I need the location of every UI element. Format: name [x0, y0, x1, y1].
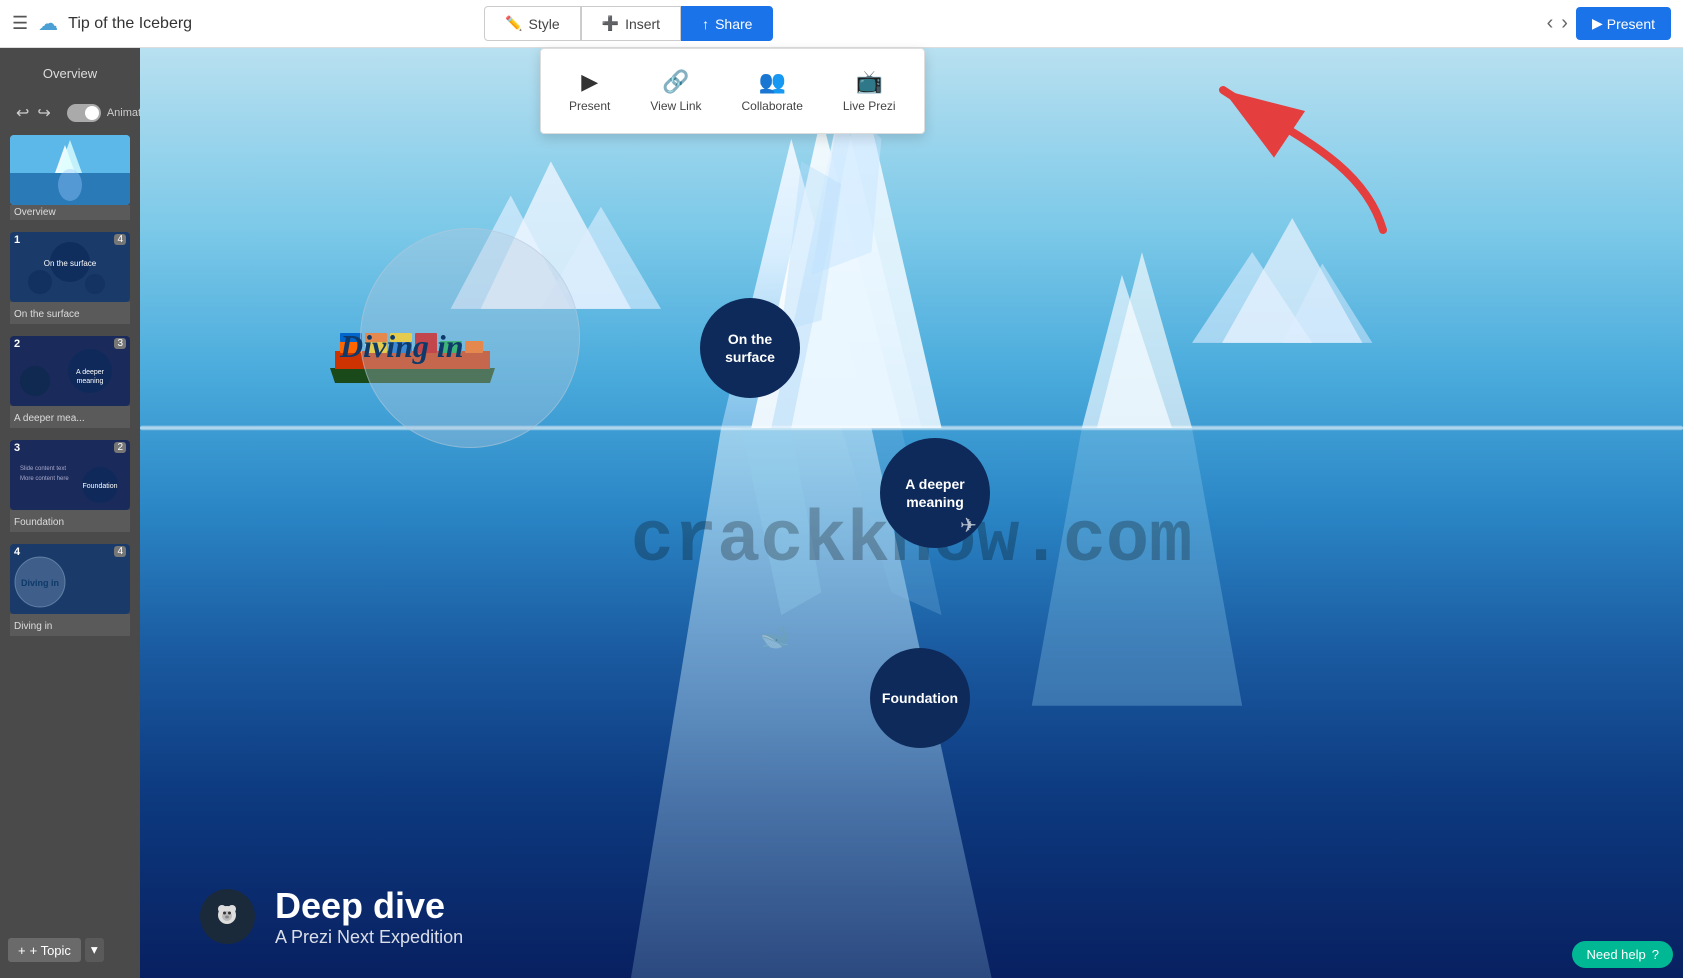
cloud-icon: ☁ [38, 11, 58, 36]
collaborate-option[interactable]: 👥 Collaborate [722, 61, 823, 121]
share-dropdown: ▶ Present 🔗 View Link 👥 Collaborate 📺 Li… [540, 48, 925, 134]
collaborate-label: Collaborate [742, 99, 803, 113]
insert-icon: ➕ [602, 15, 619, 32]
undo-button[interactable]: ↩ [16, 103, 29, 123]
toolbar-tabs: ✏️ Style ➕ Insert ↑ Share [484, 6, 773, 41]
slide-thumb-4: Diving in [10, 544, 130, 614]
svg-text:On the surface: On the surface [44, 259, 97, 268]
slide-title-area: Deep dive A Prezi Next Expedition [200, 885, 463, 948]
sidebar-bottom: + + Topic ▾ [0, 930, 140, 970]
topic-chevron-button[interactable]: ▾ [85, 938, 104, 962]
link-icon: 🔗 [662, 69, 689, 95]
svg-text:Diving in: Diving in [21, 578, 59, 588]
slide-1-number: 1 [14, 234, 20, 246]
present-option[interactable]: ▶ Present [549, 61, 630, 121]
canvas-area: Diving in crackknow.com On the surface A… [140, 48, 1683, 978]
bear-logo [200, 889, 255, 944]
svg-text:Slide content text: Slide content text [20, 466, 66, 472]
slide-2-badge: 3 [114, 338, 126, 349]
on-surface-bubble[interactable]: On the surface [700, 298, 800, 398]
slide-thumb-3: Slide content text More content here Fou… [10, 440, 130, 510]
slide-2-number: 2 [14, 338, 20, 350]
next-arrow[interactable]: › [1561, 12, 1568, 35]
topbar-left: ☰ ☁ Tip of the Iceberg [12, 11, 192, 36]
toggle-knob [85, 106, 99, 120]
style-tab[interactable]: ✏️ Style [484, 6, 581, 41]
svg-text:A deeper: A deeper [76, 369, 105, 376]
slide-thumb-2: A deeper meaning [10, 336, 130, 406]
overview-label: Overview [8, 60, 132, 87]
sidebar-header-area: Overview [0, 56, 140, 95]
toggle-switch[interactable] [67, 104, 101, 122]
live-prezi-icon: 📺 [856, 69, 883, 95]
question-mark-icon: ? [1652, 947, 1659, 962]
slide-3-number: 3 [14, 442, 20, 454]
canvas-background[interactable]: Diving in crackknow.com On the surface A… [140, 48, 1683, 978]
foundation-bubble[interactable]: Foundation [870, 648, 970, 748]
slide-3[interactable]: 3 2 Slide content text More content here… [10, 440, 130, 532]
add-topic-button[interactable]: + + Topic [8, 938, 81, 962]
topbar: ☰ ☁ Tip of the Iceberg ✏️ Style ➕ Insert… [0, 0, 1683, 48]
live-prezi-option[interactable]: 📺 Live Prezi [823, 61, 916, 121]
slide-thumb-overview [10, 135, 130, 205]
plus-icon: + [18, 943, 26, 958]
view-link-label: View Link [650, 99, 701, 113]
sidebar: Overview ↩ ↪ Animations [0, 48, 140, 978]
view-link-option[interactable]: 🔗 View Link [630, 61, 721, 121]
slide-4[interactable]: 4 4 Diving in Diving in [10, 544, 130, 636]
slide-3-badge: 2 [114, 442, 126, 453]
topbar-right: ‹ › ▶ Present [1547, 7, 1671, 40]
menu-icon[interactable]: ☰ [12, 13, 28, 34]
redo-button[interactable]: ↪ [37, 103, 50, 123]
slide-1-badge: 4 [114, 234, 126, 245]
share-tab[interactable]: ↑ Share [681, 6, 773, 41]
undo-redo-controls: ↩ ↪ [8, 99, 59, 127]
style-icon: ✏️ [505, 15, 522, 32]
present-dropdown-icon: ▶ [581, 69, 598, 95]
present-play-icon: ▶ [1592, 15, 1603, 32]
slide-label-overview: Overview [10, 205, 130, 220]
live-prezi-label: Live Prezi [843, 99, 896, 113]
main-content: Overview ↩ ↪ Animations [0, 48, 1683, 978]
app-title: Tip of the Iceberg [68, 15, 192, 33]
svg-text:More content here: More content here [20, 476, 69, 482]
present-button[interactable]: ▶ Present [1576, 7, 1671, 40]
animations-label: Animations [107, 107, 140, 119]
svg-text:Foundation: Foundation [82, 483, 117, 490]
whale-icon: 🐋 [760, 623, 790, 652]
slide-thumb-1: On the surface [10, 232, 130, 302]
prev-arrow[interactable]: ‹ [1547, 12, 1554, 35]
slide-title-text: Deep dive A Prezi Next Expedition [275, 885, 463, 948]
slide-4-badge: 4 [114, 546, 126, 557]
animations-toggle[interactable]: Animations [59, 100, 140, 126]
diving-in-text: Diving in [340, 328, 464, 365]
airplane-icon: ✈ [960, 513, 977, 538]
slide-1[interactable]: 1 4 On the surface On the surface [10, 232, 130, 324]
need-help-button[interactable]: Need help ? [1572, 941, 1673, 968]
present-dropdown-label: Present [569, 99, 610, 113]
insert-tab[interactable]: ➕ Insert [581, 6, 681, 41]
share-icon: ↑ [702, 16, 709, 32]
slide-2[interactable]: 2 3 A deeper meaning A deeper mea... [10, 336, 130, 428]
svg-text:meaning: meaning [77, 378, 104, 385]
slide-4-number: 4 [14, 546, 20, 558]
slide-overview[interactable]: Overview [10, 135, 130, 220]
collaborate-icon: 👥 [758, 69, 785, 95]
